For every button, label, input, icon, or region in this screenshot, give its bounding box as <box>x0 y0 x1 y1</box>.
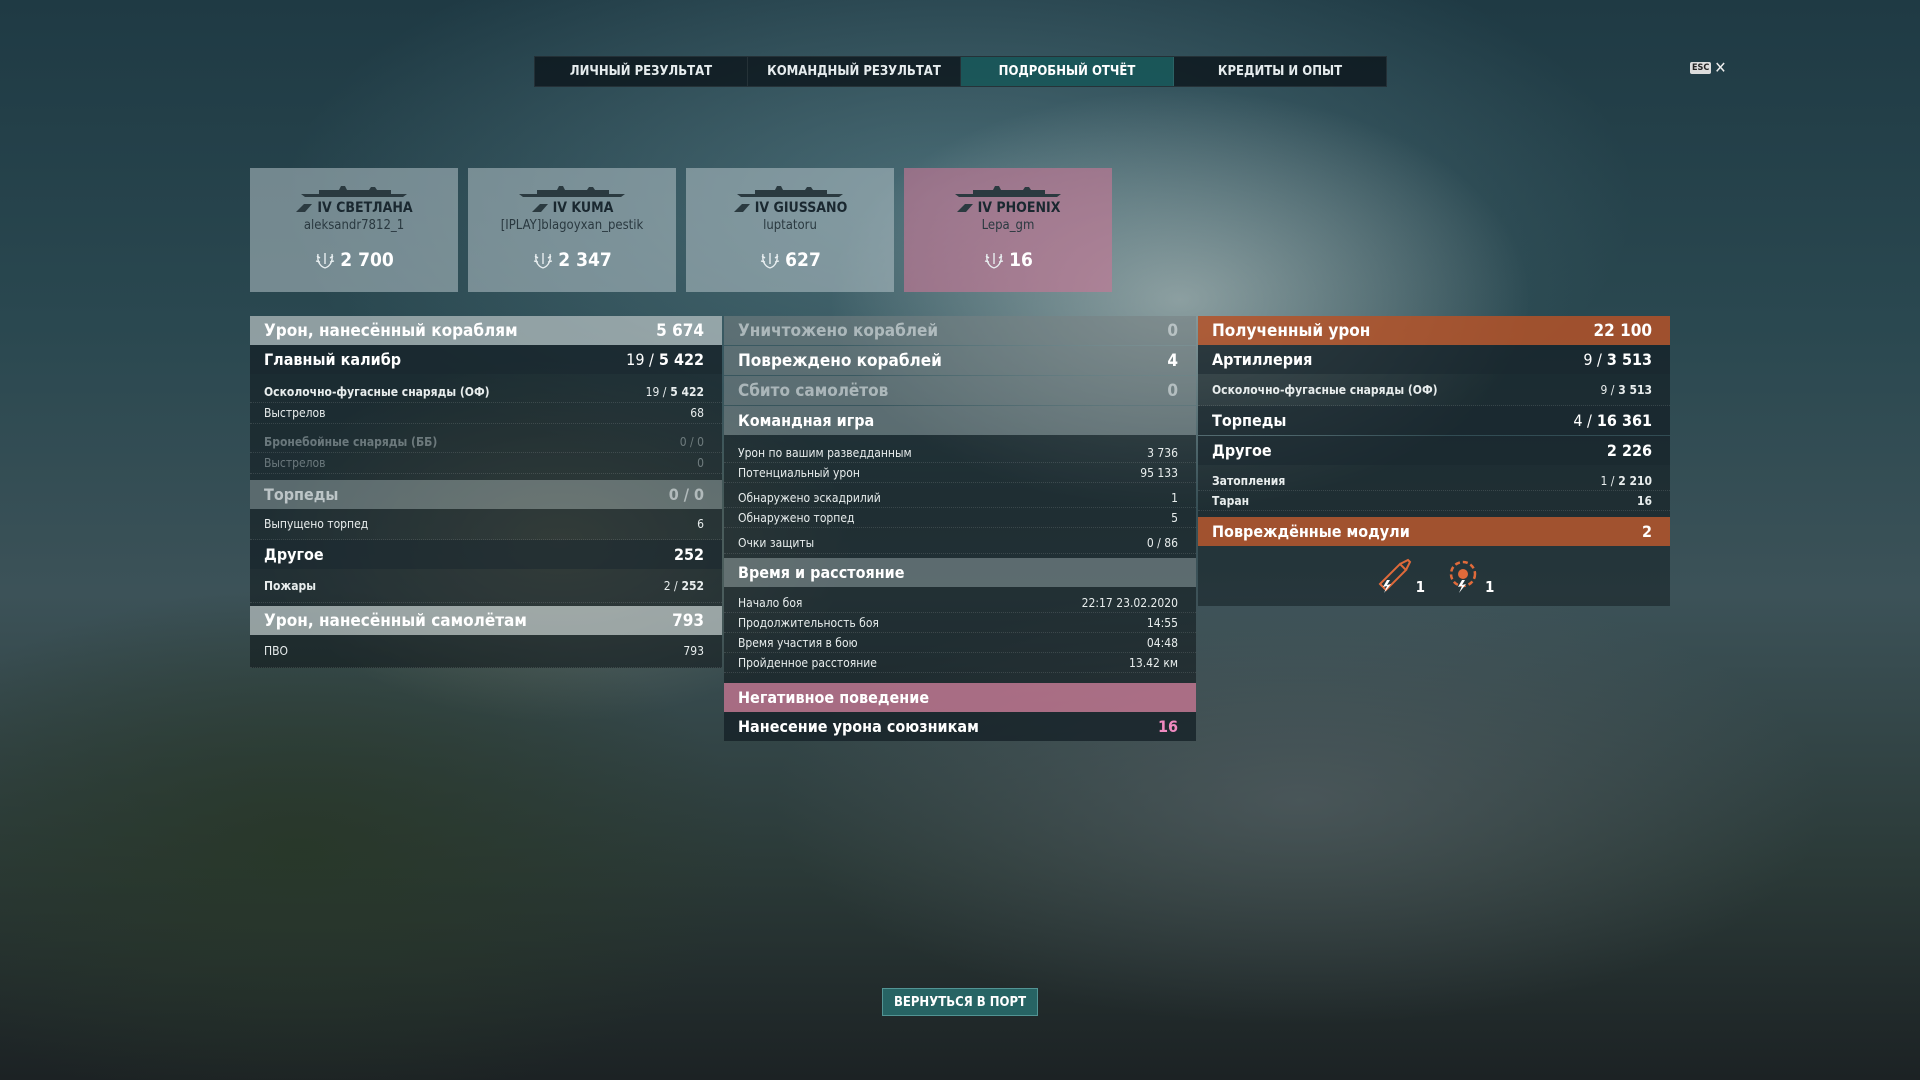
ship-card-own[interactable]: IV PHOENIX Lepa_gm 16 <box>904 168 1112 292</box>
ap-shots-row: Выстрелов 0 <box>250 453 722 474</box>
laurel-icon <box>760 253 780 269</box>
battle-start-row: Начало боя 22:17 23.02.2020 <box>724 593 1196 613</box>
other-received-row: Другое 2 226 <box>1198 436 1670 465</box>
base-xp-score: 2 700 <box>340 249 394 271</box>
tab-credits-xp[interactable]: КРЕДИТЫ И ОПЫТ <box>1174 57 1386 86</box>
time-distance-header: Время и расстояние <box>724 558 1196 587</box>
other-damage-row: Другое 252 <box>250 540 722 569</box>
player-name: [IPLAY]blagoyxan_pestik <box>500 218 644 233</box>
plane-damage-header: Урон, нанесённый самолётам 793 <box>250 606 722 635</box>
ship-damage-header: Урон, нанесённый кораблям 5 674 <box>250 316 722 345</box>
cruiser-class-icon <box>733 204 750 212</box>
cruiser-class-icon <box>956 204 973 212</box>
torpedoes-spotted-row: Обнаружено торпед 5 <box>724 508 1196 528</box>
damage-dealt-panel: Урон, нанесённый кораблям 5 674 Главный к… <box>250 316 722 668</box>
module-item: 1 <box>1374 556 1425 596</box>
module-item: 1 <box>1443 556 1494 596</box>
base-xp-score: 16 <box>1009 249 1033 271</box>
participation-time-row: Время участия в бою 04:48 <box>724 633 1196 653</box>
ship-name: IV GIUSSANO <box>754 200 848 216</box>
squadrons-spotted-row: Обнаружено эскадрилий 1 <box>724 488 1196 508</box>
aa-row: ПВО 793 <box>250 635 722 668</box>
damaged-modules-header: Повреждённые модули 2 <box>1198 517 1670 546</box>
laurel-icon <box>534 253 553 269</box>
laurel-icon <box>316 253 335 269</box>
torpedoes-row: Торпеды 0 / 0 <box>250 480 722 509</box>
return-to-port-button[interactable]: ВЕРНУТЬСЯ В ПОРТ <box>882 988 1038 1016</box>
main-battery-row: Главный калибр 19 / 5 422 <box>250 345 722 374</box>
close-icon: ✕ <box>1714 58 1727 77</box>
tab-team-result[interactable]: КОМАНДНЫЙ РЕЗУЛЬТАТ <box>748 57 961 86</box>
player-name: aleksandr7812_1 <box>303 218 405 233</box>
artillery-row: Артиллерия 9 / 3 513 <box>1198 345 1670 374</box>
fires-row: Пожары 2 / 252 <box>250 569 722 603</box>
ram-row: Таран 16 <box>1198 491 1670 511</box>
potential-damage-row: Потенциальный урон 95 133 <box>724 463 1196 483</box>
tab-personal-result[interactable]: ЛИЧНЫЙ РЕЗУЛЬТАТ <box>535 57 748 86</box>
received-damage-header: Полученный урон 22 100 <box>1198 316 1670 345</box>
ship-card[interactable]: IV GIUSSANO luptatoru 627 <box>686 168 894 292</box>
ships-destroyed-row: Уничтожено кораблей 0 <box>724 316 1196 345</box>
ship-silhouette-icon <box>519 186 625 197</box>
player-name: luptatoru <box>763 218 817 233</box>
ship-name: IV PHOENIX <box>977 200 1061 216</box>
cruiser-class-icon <box>296 204 313 212</box>
ship-card[interactable]: IV KUMA [IPLAY]blagoyxan_pestik 2 347 <box>468 168 676 292</box>
laurel-icon <box>984 253 1004 269</box>
close-button[interactable]: ESC ✕ <box>1690 58 1727 77</box>
tab-detailed-report[interactable]: ПОДРОБНЫЙ ОТЧЁТ <box>961 57 1174 86</box>
ship-name: IV СВЕТЛАНА <box>317 200 413 216</box>
spotting-damage-row: Урон по вашим разведданным 3 736 <box>724 443 1196 463</box>
ship-silhouette-icon <box>301 186 407 197</box>
battle-stats-panel: Уничтожено кораблей 0 Повреждено кораблей… <box>724 316 1196 741</box>
flooding-row: Затопления 1 / 2 210 <box>1198 471 1670 491</box>
engine-module-damaged-icon <box>1449 560 1477 593</box>
ship-silhouette-icon <box>955 186 1061 197</box>
planes-shot-row: Сбито самолётов 0 <box>724 376 1196 405</box>
base-xp-score: 627 <box>785 249 821 271</box>
ally-damage-row: Нанесение урона союзникам 16 <box>724 712 1196 741</box>
tab-bar: ЛИЧНЫЙ РЕЗУЛЬТАТ КОМАНДНЫЙ РЕЗУЛЬТАТ ПОД… <box>534 56 1387 87</box>
team-play-header: Командная игра <box>724 406 1196 435</box>
he-received-row: Осколочно-фугасные снаряды (ОФ) 9 / 3 513 <box>1198 374 1670 406</box>
torpedoes-received-row: Торпеды 4 / 16 361 <box>1198 406 1670 435</box>
ships-damaged-row: Повреждено кораблей 4 <box>724 346 1196 375</box>
distance-row: Пройденное расстояние 13.42 км <box>724 653 1196 673</box>
he-shells-row: Осколочно-фугасные снаряды (ОФ) 19 / 5 42… <box>250 382 722 403</box>
damaged-modules-list: 1 1 <box>1198 546 1670 606</box>
ap-shells-row: Бронебойные снаряды (ББ) 0 / 0 <box>250 432 722 453</box>
he-shots-row: Выстрелов 68 <box>250 403 722 424</box>
negative-behavior-header: Негативное поведение <box>724 683 1196 712</box>
base-xp-score: 2 347 <box>558 249 612 271</box>
damage-received-panel: Полученный урон 22 100 Артиллерия 9 / 3 51… <box>1198 316 1670 606</box>
player-name: Lepa_gm <box>981 218 1035 233</box>
gun-module-damaged-icon <box>1378 558 1411 593</box>
ship-name: IV KUMA <box>552 200 614 216</box>
torpedoes-fired-row: Выпущено торпед 6 <box>250 509 722 540</box>
battle-duration-row: Продолжительность боя 14:55 <box>724 613 1196 633</box>
esc-key-icon: ESC <box>1690 62 1712 74</box>
ship-card[interactable]: IV СВЕТЛАНА aleksandr7812_1 2 700 <box>250 168 458 292</box>
cruiser-class-icon <box>531 204 548 212</box>
ship-silhouette-icon <box>737 186 843 197</box>
defense-points-row: Очки защиты 0 / 86 <box>724 533 1196 554</box>
